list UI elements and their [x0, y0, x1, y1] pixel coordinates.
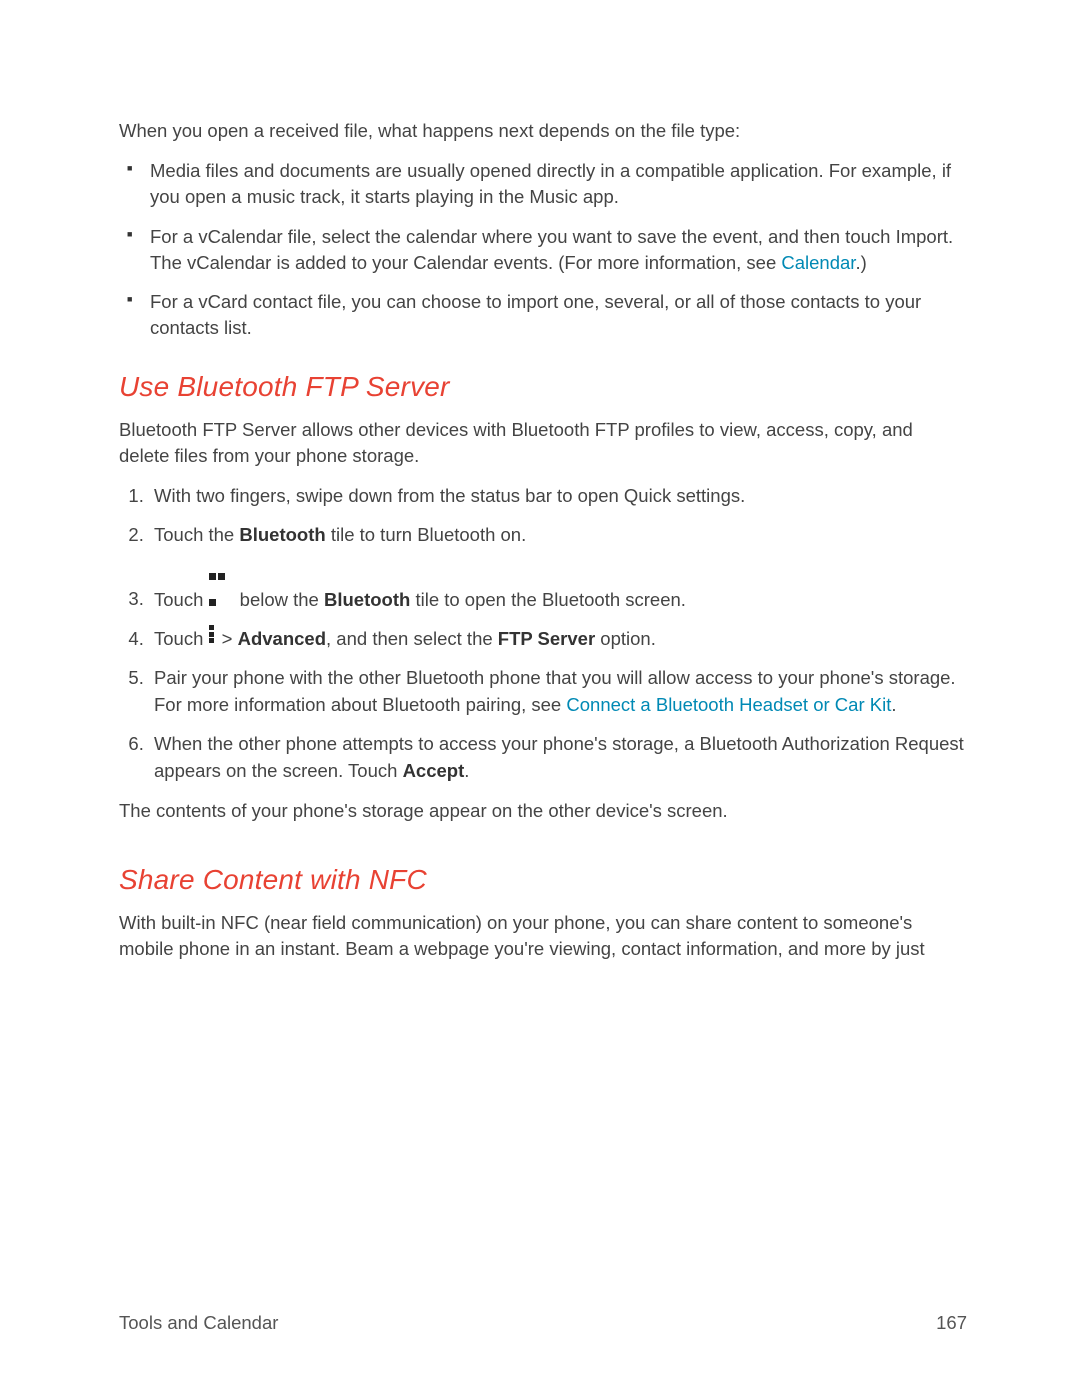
steps-list: With two fingers, swipe down from the st…	[119, 483, 967, 784]
step-item: When the other phone attempts to access …	[149, 731, 967, 785]
step-item: Touch > Advanced, and then select the FT…	[149, 625, 967, 653]
step-item: Pair your phone with the other Bluetooth…	[149, 665, 967, 719]
ellipsis-icon	[209, 561, 235, 571]
list-item: For a vCard contact file, you can choose…	[149, 289, 967, 341]
text-segment: , and then select the	[326, 628, 498, 649]
text-segment: Touch	[154, 588, 209, 609]
text-segment: tile to turn Bluetooth on.	[326, 524, 527, 545]
bold-text: Bluetooth	[324, 588, 410, 609]
closing-paragraph: The contents of your phone's storage app…	[119, 798, 967, 824]
list-item: Media files and documents are usually op…	[149, 158, 967, 210]
text-segment: Touch	[154, 628, 209, 649]
footer-section-name: Tools and Calendar	[119, 1312, 278, 1334]
bold-text: Advanced	[238, 628, 326, 649]
step-item: Touch the Bluetooth tile to turn Bluetoo…	[149, 522, 967, 549]
intro-paragraph: When you open a received file, what happ…	[119, 118, 967, 144]
bold-text: Accept	[403, 760, 465, 781]
page-footer: Tools and Calendar 167	[119, 1312, 967, 1334]
text-segment: When the other phone attempts to access …	[154, 733, 964, 781]
section-description: Bluetooth FTP Server allows other device…	[119, 417, 967, 469]
menu-icon	[209, 625, 217, 643]
text-segment: below the	[235, 588, 324, 609]
bold-text: FTP Server	[498, 628, 595, 649]
step-item: Touch below the Bluetooth tile to open t…	[149, 561, 967, 614]
document-page: When you open a received file, what happ…	[0, 0, 1080, 962]
bluetooth-headset-link[interactable]: Connect a Bluetooth Headset or Car Kit	[566, 694, 891, 715]
file-type-list: Media files and documents are usually op…	[119, 158, 967, 341]
text-segment: .)	[855, 252, 866, 273]
calendar-link[interactable]: Calendar	[781, 252, 855, 273]
text-segment: tile to open the Bluetooth screen.	[410, 588, 686, 609]
text-segment: Touch the	[154, 524, 239, 545]
section-heading-bluetooth-ftp: Use Bluetooth FTP Server	[119, 371, 967, 403]
text-segment: .	[464, 760, 469, 781]
section-description: With built-in NFC (near field communicat…	[119, 910, 967, 962]
step-item: With two fingers, swipe down from the st…	[149, 483, 967, 510]
section-heading-nfc: Share Content with NFC	[119, 864, 967, 896]
text-segment: >	[217, 628, 238, 649]
footer-page-number: 167	[936, 1312, 967, 1334]
text-segment: .	[891, 694, 896, 715]
text-segment: option.	[595, 628, 656, 649]
list-item: For a vCalendar file, select the calenda…	[149, 224, 967, 276]
bold-text: Bluetooth	[239, 524, 325, 545]
